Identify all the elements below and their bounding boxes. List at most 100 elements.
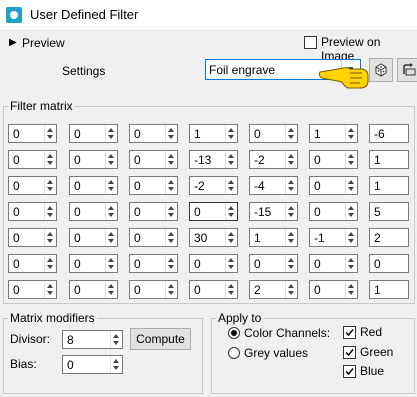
spin-arrows[interactable] bbox=[345, 177, 357, 194]
matrix-cell-r2-c5[interactable]: -2 bbox=[249, 150, 298, 169]
matrix-cell-r5-c3[interactable]: 0 bbox=[129, 228, 178, 247]
matrix-cell-r5-c1[interactable]: 0 bbox=[8, 228, 57, 247]
spin-arrows[interactable] bbox=[285, 229, 297, 246]
spin-arrows[interactable] bbox=[44, 125, 56, 142]
compute-button[interactable]: Compute bbox=[130, 328, 191, 350]
matrix-cell-r4-c5[interactable]: -15 bbox=[249, 202, 298, 221]
spin-arrows[interactable] bbox=[225, 229, 237, 246]
matrix-cell-r4-c2[interactable]: 0 bbox=[69, 202, 118, 221]
matrix-cell-r4-c1[interactable]: 0 bbox=[8, 202, 57, 221]
spin-arrows[interactable] bbox=[285, 203, 297, 220]
matrix-cell-r5-c7[interactable]: 2 bbox=[369, 228, 409, 247]
matrix-cell-r6-c1[interactable]: 0 bbox=[8, 254, 57, 273]
spin-arrows[interactable] bbox=[225, 203, 237, 220]
spin-arrows[interactable] bbox=[44, 229, 56, 246]
matrix-cell-r7-c5[interactable]: 2 bbox=[249, 280, 298, 299]
green-checkbox[interactable] bbox=[343, 346, 356, 359]
spin-arrows[interactable] bbox=[105, 255, 117, 272]
matrix-cell-r5-c4[interactable]: 30 bbox=[189, 228, 238, 247]
grey-values-radio[interactable] bbox=[228, 347, 240, 359]
spin-arrows[interactable] bbox=[345, 203, 357, 220]
matrix-cell-r7-c1[interactable]: 0 bbox=[8, 280, 57, 299]
matrix-cell-r7-c6[interactable]: 0 bbox=[309, 280, 358, 299]
spin-arrows[interactable] bbox=[345, 255, 357, 272]
spin-arrows[interactable] bbox=[345, 229, 357, 246]
matrix-cell-r2-c1[interactable]: 0 bbox=[8, 150, 57, 169]
matrix-cell-r1-c6[interactable]: 1 bbox=[309, 124, 358, 143]
bias-spinbox[interactable]: 0 bbox=[62, 355, 123, 374]
spin-arrows[interactable] bbox=[225, 255, 237, 272]
spin-arrows[interactable] bbox=[165, 281, 177, 298]
matrix-cell-r7-c3[interactable]: 0 bbox=[129, 280, 178, 299]
matrix-cell-r3-c1[interactable]: 0 bbox=[8, 176, 57, 195]
matrix-cell-r6-c6[interactable]: 0 bbox=[309, 254, 358, 273]
matrix-cell-r1-c1[interactable]: 0 bbox=[8, 124, 57, 143]
spin-arrows[interactable] bbox=[44, 151, 56, 168]
matrix-cell-r3-c5[interactable]: -4 bbox=[249, 176, 298, 195]
matrix-cell-r4-c7[interactable]: 5 bbox=[369, 202, 409, 221]
color-channels-label[interactable]: Color Channels: bbox=[244, 326, 330, 340]
matrix-cell-r2-c7[interactable]: 1 bbox=[369, 150, 409, 169]
random-button[interactable] bbox=[369, 58, 393, 82]
matrix-cell-r3-c4[interactable]: -2 bbox=[189, 176, 238, 195]
color-channels-radio[interactable] bbox=[228, 327, 240, 339]
spin-arrows[interactable] bbox=[345, 151, 357, 168]
matrix-cell-r6-c2[interactable]: 0 bbox=[69, 254, 118, 273]
preview-on-image-checkbox[interactable] bbox=[304, 36, 317, 49]
spin-arrows[interactable] bbox=[44, 177, 56, 194]
spin-arrows[interactable] bbox=[105, 177, 117, 194]
spin-arrows[interactable] bbox=[165, 177, 177, 194]
matrix-cell-r1-c3[interactable]: 0 bbox=[129, 124, 178, 143]
matrix-cell-r7-c2[interactable]: 0 bbox=[69, 280, 118, 299]
green-label[interactable]: Green bbox=[360, 345, 393, 359]
matrix-cell-r7-c7[interactable]: 1 bbox=[369, 280, 409, 299]
matrix-cell-r3-c3[interactable]: 0 bbox=[129, 176, 178, 195]
matrix-cell-r5-c2[interactable]: 0 bbox=[69, 228, 118, 247]
spin-arrows[interactable] bbox=[225, 281, 237, 298]
matrix-cell-r5-c6[interactable]: -1 bbox=[309, 228, 358, 247]
grey-values-label[interactable]: Grey values bbox=[244, 346, 308, 360]
matrix-cell-r3-c7[interactable]: 1 bbox=[369, 176, 409, 195]
spin-arrows[interactable] bbox=[285, 151, 297, 168]
spin-arrows[interactable] bbox=[225, 151, 237, 168]
spin-arrows[interactable] bbox=[165, 125, 177, 142]
matrix-cell-r6-c4[interactable]: 0 bbox=[189, 254, 238, 273]
spin-arrows[interactable] bbox=[110, 331, 122, 348]
blue-checkbox[interactable] bbox=[343, 365, 356, 378]
spin-arrows[interactable] bbox=[345, 125, 357, 142]
matrix-cell-r1-c4[interactable]: 1 bbox=[189, 124, 238, 143]
spin-arrows[interactable] bbox=[44, 281, 56, 298]
matrix-cell-r2-c3[interactable]: 0 bbox=[129, 150, 178, 169]
matrix-cell-r4-c3[interactable]: 0 bbox=[129, 202, 178, 221]
spin-arrows[interactable] bbox=[44, 255, 56, 272]
expand-arrow-icon[interactable]: ▶ bbox=[9, 37, 17, 48]
matrix-cell-r7-c4[interactable]: 0 bbox=[189, 280, 238, 299]
matrix-cell-r2-c6[interactable]: 0 bbox=[309, 150, 358, 169]
matrix-cell-r2-c4[interactable]: -13 bbox=[189, 150, 238, 169]
matrix-cell-r3-c2[interactable]: 0 bbox=[69, 176, 118, 195]
matrix-cell-r6-c7[interactable]: 0 bbox=[369, 254, 409, 273]
spin-arrows[interactable] bbox=[165, 151, 177, 168]
spin-arrows[interactable] bbox=[225, 177, 237, 194]
spin-arrows[interactable] bbox=[105, 125, 117, 142]
spin-arrows[interactable] bbox=[165, 229, 177, 246]
spin-arrows[interactable] bbox=[285, 177, 297, 194]
spin-arrows[interactable] bbox=[345, 281, 357, 298]
spin-arrows[interactable] bbox=[105, 203, 117, 220]
reset-button[interactable] bbox=[397, 58, 417, 82]
matrix-cell-r1-c7[interactable]: -6 bbox=[369, 124, 409, 143]
red-label[interactable]: Red bbox=[360, 325, 382, 339]
matrix-cell-r6-c3[interactable]: 0 bbox=[129, 254, 178, 273]
matrix-cell-r4-c6[interactable]: 0 bbox=[309, 202, 358, 221]
spin-arrows[interactable] bbox=[110, 356, 122, 373]
matrix-cell-r1-c5[interactable]: 0 bbox=[249, 124, 298, 143]
spin-arrows[interactable] bbox=[285, 255, 297, 272]
matrix-cell-r1-c2[interactable]: 0 bbox=[69, 124, 118, 143]
blue-label[interactable]: Blue bbox=[360, 364, 384, 378]
matrix-cell-r3-c6[interactable]: 0 bbox=[309, 176, 358, 195]
spin-arrows[interactable] bbox=[225, 125, 237, 142]
spin-arrows[interactable] bbox=[165, 203, 177, 220]
spin-arrows[interactable] bbox=[105, 151, 117, 168]
spin-arrows[interactable] bbox=[105, 281, 117, 298]
matrix-cell-r4-c4[interactable]: 0 bbox=[189, 202, 238, 221]
